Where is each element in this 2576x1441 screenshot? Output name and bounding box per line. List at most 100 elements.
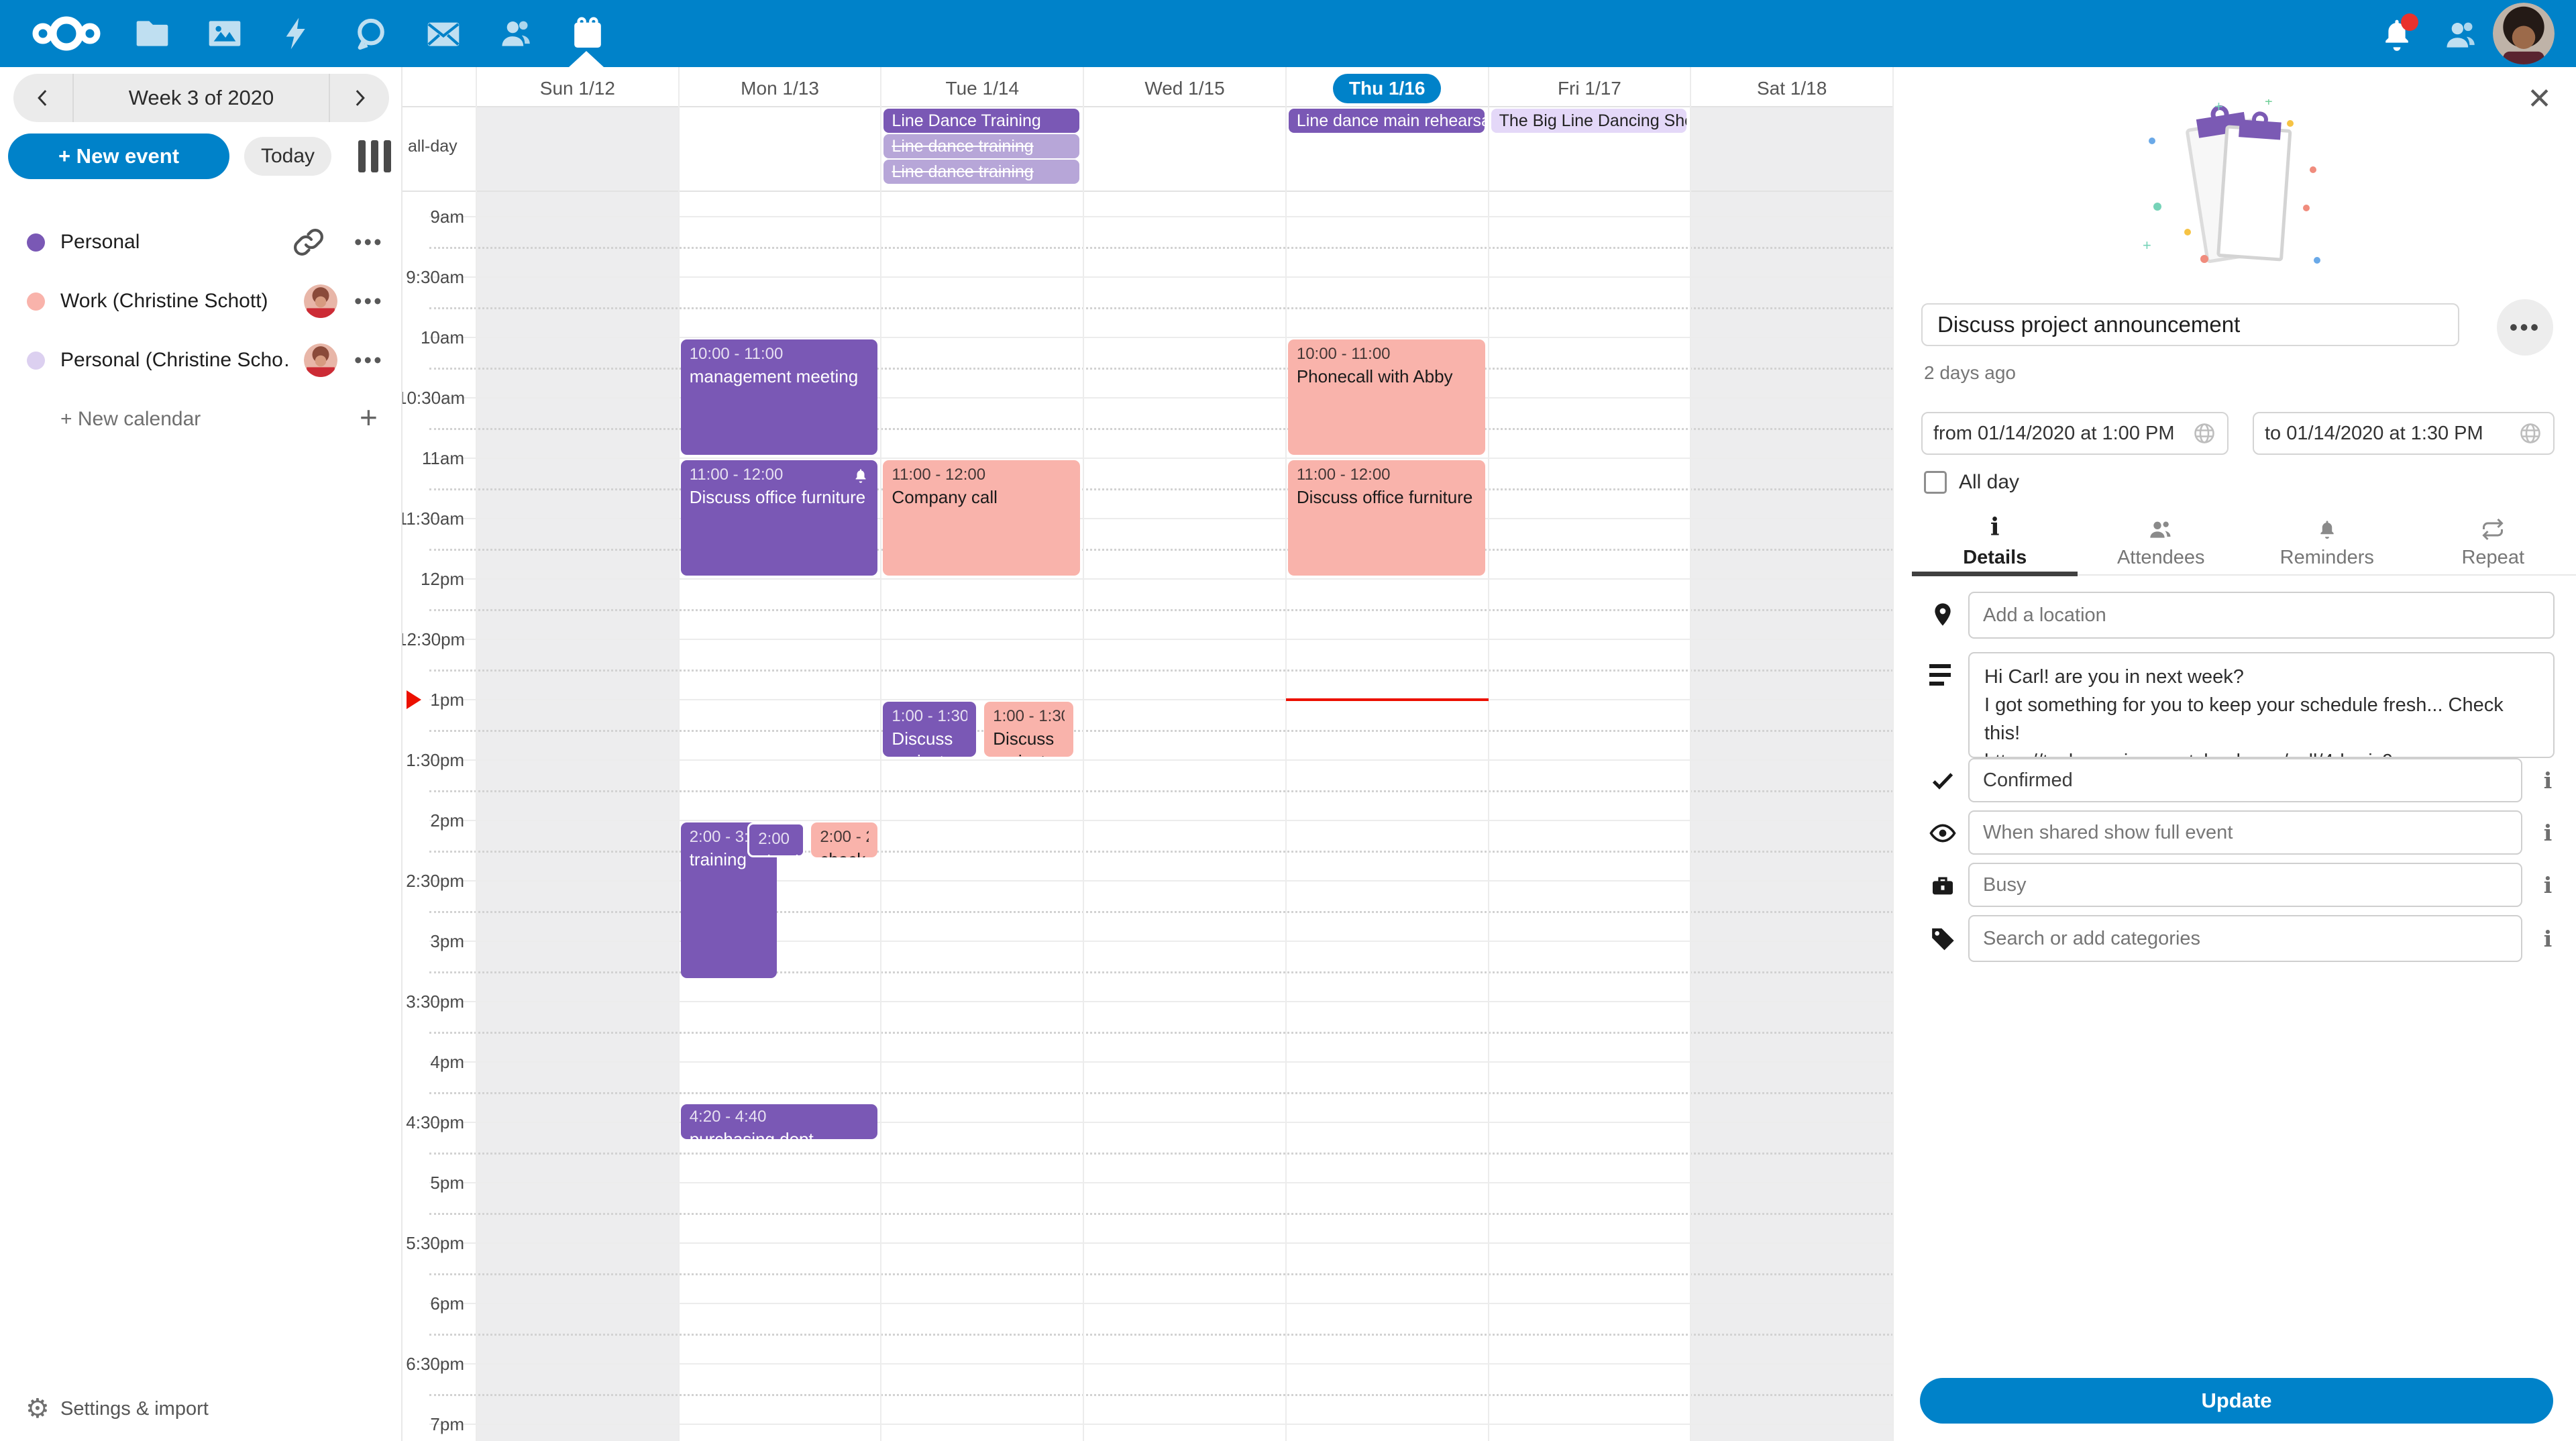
freebusy-info-icon[interactable]: i [2534, 872, 2561, 898]
visibility-eye-icon [1929, 820, 1956, 847]
activity-icon[interactable] [278, 15, 316, 52]
event-actions-menu-icon[interactable]: ••• [2497, 299, 2553, 356]
location-input[interactable] [1968, 592, 2555, 639]
day-header[interactable]: Thu 1/16 [1286, 71, 1489, 106]
slot-line [429, 1363, 1893, 1365]
day-header[interactable]: Sat 1/18 [1690, 71, 1893, 106]
event[interactable]: 10:00 - 11:00Phonecall with Abby [1288, 339, 1485, 455]
day-header[interactable]: Wed 1/15 [1083, 71, 1286, 106]
close-icon[interactable]: ✕ [2527, 82, 2552, 116]
event-title: Discuss office furniture [690, 486, 869, 509]
calendar-list-item[interactable]: Personal (Christine Scho…••• [0, 331, 402, 390]
mail-icon[interactable] [425, 15, 462, 52]
event-title-input[interactable] [1921, 303, 2459, 346]
status-select[interactable]: Confirmed [1968, 758, 2522, 802]
user-avatar[interactable] [2493, 3, 2555, 64]
calendar-icon[interactable] [569, 15, 606, 52]
allday-event[interactable]: Line dance training [883, 160, 1079, 184]
allday-event[interactable]: Line dance training [883, 134, 1079, 158]
freebusy-select[interactable]: Busy [1968, 863, 2522, 907]
update-button[interactable]: Update [1920, 1378, 2553, 1424]
photos-icon[interactable] [206, 15, 244, 52]
categories-info-icon[interactable]: i [2534, 926, 2561, 952]
nextcloud-logo[interactable] [30, 9, 103, 58]
quarter-slot-line [429, 790, 1893, 792]
time-label: 9am [397, 205, 464, 229]
new-event-button[interactable]: + New event [8, 134, 229, 179]
share-link-icon[interactable] [292, 226, 325, 258]
all-day-checkbox[interactable] [1924, 471, 1947, 494]
calendar-list-item[interactable]: Personal••• [0, 213, 402, 272]
files-icon[interactable] [133, 15, 171, 52]
tab-repeat[interactable]: Repeat [2410, 510, 2576, 574]
event[interactable]: 11:00 - 12:00Discuss office furniture [681, 460, 878, 576]
timezone-globe-icon[interactable] [2518, 421, 2542, 445]
event[interactable]: 2:00 - 2:20check-in [811, 822, 877, 857]
status-info-icon[interactable]: i [2534, 767, 2561, 794]
next-week-button[interactable] [330, 74, 389, 122]
all-day-label[interactable]: All day [1959, 471, 2019, 494]
day-header[interactable]: Sun 1/12 [476, 71, 679, 106]
tab-details[interactable]: i Details [1912, 510, 2078, 574]
event-time: 11:00 - 12:00 [892, 464, 1071, 486]
week-label[interactable]: Week 3 of 2020 [74, 86, 329, 110]
event[interactable]: 1:00 - 1:30Discuss project announcement [883, 702, 975, 757]
event[interactable]: 11:00 - 12:00Company call [883, 460, 1080, 576]
previous-week-button[interactable] [13, 74, 72, 122]
notification-badge [2401, 13, 2418, 31]
contacts-icon[interactable] [497, 15, 535, 52]
settings-import[interactable]: ⚙ Settings & import [0, 1389, 402, 1429]
description-textarea[interactable]: Hi Carl! are you in next week? I got som… [1968, 652, 2555, 758]
allday-event[interactable]: Line dance main rehearsal [1289, 109, 1485, 133]
time-label: 6pm [397, 1291, 464, 1316]
quarter-slot-line [429, 488, 1893, 490]
slot-line [429, 1242, 1893, 1244]
allday-event[interactable]: Line Dance Training [883, 109, 1079, 133]
event-time: 2:00 - 2:20 [758, 828, 794, 850]
event[interactable]: 11:00 - 12:00Discuss office furniture [1288, 460, 1485, 576]
slot-line [429, 518, 1893, 519]
slot-line [429, 1061, 1893, 1063]
event-title: management meeting [690, 365, 869, 388]
calendar-menu-icon[interactable]: ••• [354, 285, 386, 317]
calendar-list-item[interactable]: Work (Christine Schott)••• [0, 272, 402, 331]
start-datetime-field[interactable]: from 01/14/2020 at 1:00 PM [1921, 412, 2229, 455]
event-editor-panel: ✕ ++ + ••• 2 days ago from 01/14/2020 at… [1912, 67, 2576, 1441]
day-header[interactable]: Fri 1/17 [1489, 71, 1691, 106]
slot-line [429, 276, 1893, 278]
event-title: Company call [892, 486, 1071, 509]
contacts-menu-icon[interactable] [2442, 16, 2479, 54]
column-divider [1892, 67, 1894, 1441]
new-calendar-button[interactable]: + New calendar + [0, 390, 402, 449]
event[interactable]: 1:00 - 1:30Discuss project [984, 702, 1073, 757]
new-calendar-label: + New calendar [60, 408, 288, 431]
week-view-switcher-icon[interactable] [358, 140, 391, 172]
visibility-select[interactable]: When shared show full event [1968, 810, 2522, 855]
today-button[interactable]: Today [244, 137, 331, 176]
tab-attendees[interactable]: Attendees [2078, 510, 2245, 574]
timezone-globe-icon[interactable] [2192, 421, 2216, 445]
talk-icon[interactable] [352, 15, 390, 52]
time-label: 9:30am [397, 265, 464, 289]
quarter-slot-line [429, 1032, 1893, 1034]
visibility-info-icon[interactable]: i [2534, 820, 2561, 846]
day-header[interactable]: Mon 1/13 [679, 71, 881, 106]
calendar-menu-icon[interactable]: ••• [354, 344, 386, 376]
slot-line [429, 1424, 1893, 1425]
day-header[interactable]: Tue 1/14 [881, 71, 1083, 106]
last-modified-text: 2 days ago [1924, 362, 2016, 384]
svg-text:+: + [2143, 237, 2151, 254]
allday-event[interactable]: The Big Line Dancing Show [1491, 109, 1687, 133]
event[interactable]: 10:00 - 11:00management meeting [681, 339, 878, 455]
calendar-menu-icon[interactable]: ••• [354, 226, 386, 258]
reminder-bell-icon [852, 467, 869, 484]
quarter-slot-line [429, 730, 1893, 732]
event[interactable]: 4:20 - 4:40purchasing dept [681, 1104, 878, 1139]
event[interactable]: 2:00 - 2:20check-in [747, 822, 805, 857]
notifications-bell-icon[interactable] [2378, 16, 2416, 54]
categories-input[interactable] [1968, 915, 2522, 962]
tab-reminders[interactable]: Reminders [2244, 510, 2410, 574]
end-datetime-field[interactable]: to 01/14/2020 at 1:30 PM [2253, 412, 2555, 455]
event-time: 11:00 - 12:00 [1297, 464, 1477, 486]
plus-icon[interactable]: + [360, 399, 378, 435]
